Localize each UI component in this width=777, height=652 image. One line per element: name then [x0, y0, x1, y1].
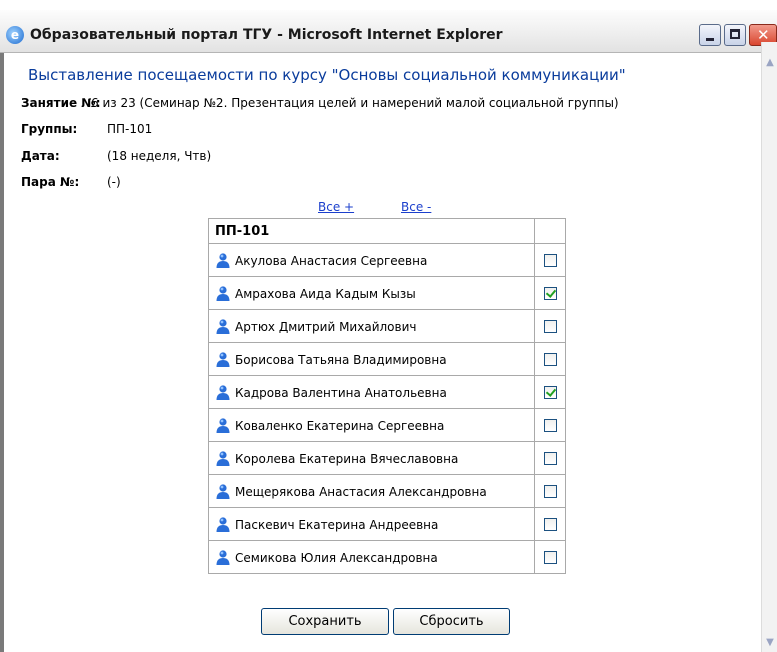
attendance-checkbox[interactable] — [543, 551, 557, 564]
attendance-check-cell — [534, 540, 566, 574]
minimize-icon — [706, 38, 714, 41]
attendance-check-cell — [534, 243, 566, 277]
student-cell: Коваленко Екатерина Сергеевна — [208, 408, 535, 442]
lesson-label: Занятие №: — [21, 96, 101, 110]
table-row: Акулова Анастасия Сергеевна — [208, 243, 566, 277]
person-icon — [215, 483, 231, 499]
table-row: Семикова Юлия Александровна — [208, 540, 566, 574]
groups-value: ПП-101 — [107, 122, 153, 136]
table-row: Борисова Татьяна Владимировна — [208, 342, 566, 376]
student-cell: Акулова Анастасия Сергеевна — [208, 243, 535, 277]
student-cell: Артюх Дмитрий Михайлович — [208, 309, 535, 343]
table-row: Коваленко Екатерина Сергеевна — [208, 408, 566, 442]
student-name: Амрахова Аида Кадым Кызы — [235, 287, 416, 301]
deselect-all-link[interactable]: Все - — [401, 200, 431, 214]
person-icon — [215, 318, 231, 334]
attendance-check-cell — [534, 441, 566, 475]
window-title: Образовательный портал ТГУ - Microsoft I… — [30, 27, 503, 43]
person-icon — [215, 252, 231, 268]
student-name: Семикова Юлия Александровна — [235, 551, 438, 565]
student-cell: Кадрова Валентина Анатольевна — [208, 375, 535, 409]
save-button[interactable]: Сохранить — [261, 608, 389, 635]
student-name: Кадрова Валентина Анатольевна — [235, 386, 447, 400]
title-bar[interactable]: e Образовательный портал ТГУ - Microsoft… — [0, 0, 777, 53]
person-icon — [215, 450, 231, 466]
attendance-checkbox[interactable] — [543, 452, 557, 465]
student-cell: Паскевич Екатерина Андреевна — [208, 507, 535, 541]
table-header-row: ПП-101 — [208, 218, 566, 244]
attendance-checkbox[interactable] — [543, 254, 557, 267]
attendance-checkbox[interactable] — [543, 287, 557, 300]
attendance-check-cell — [534, 507, 566, 541]
attendance-check-cell — [534, 375, 566, 409]
table-row: Амрахова Аида Кадым Кызы — [208, 276, 566, 310]
attendance-checkbox[interactable] — [543, 419, 557, 432]
date-value: (18 неделя, Чтв) — [107, 149, 212, 163]
scroll-down-icon[interactable]: ▼ — [762, 634, 777, 652]
attendance-check-cell — [534, 408, 566, 442]
table-row: Мещерякова Анастасия Александровна — [208, 474, 566, 508]
pair-label: Пара №: — [21, 175, 80, 189]
attendance-check-cell — [534, 474, 566, 508]
vertical-scrollbar[interactable]: ▲ ▼ — [761, 42, 777, 652]
person-icon — [215, 285, 231, 301]
page-title: Выставление посещаемости по курсу "Основ… — [28, 66, 626, 84]
attendance-table: ПП-101 Акулова Анастасия Сергеевна Амрахо… — [208, 218, 566, 574]
minimize-button[interactable] — [699, 24, 721, 46]
header-check-cell — [534, 218, 566, 244]
attendance-checkbox[interactable] — [543, 353, 557, 366]
student-name: Паскевич Екатерина Андреевна — [235, 518, 439, 532]
group-header: ПП-101 — [208, 218, 535, 244]
student-cell: Амрахова Аида Кадым Кызы — [208, 276, 535, 310]
table-row: Королева Екатерина Вячеславовна — [208, 441, 566, 475]
student-cell: Мещерякова Анастасия Александровна — [208, 474, 535, 508]
attendance-check-cell — [534, 342, 566, 376]
attendance-check-cell — [534, 309, 566, 343]
person-icon — [215, 417, 231, 433]
student-name: Борисова Татьяна Владимировна — [235, 353, 447, 367]
person-icon — [215, 384, 231, 400]
attendance-checkbox[interactable] — [543, 485, 557, 498]
title-bar-inner[interactable]: e Образовательный портал ТГУ - Microsoft… — [0, 20, 777, 53]
person-icon — [215, 516, 231, 532]
maximize-button[interactable] — [724, 24, 746, 46]
ie-logo-icon: e — [6, 26, 24, 44]
scroll-up-icon[interactable]: ▲ — [762, 54, 777, 72]
lesson-value: 6 из 23 (Семинар №2. Презентация целей и… — [91, 96, 619, 110]
student-name: Акулова Анастасия Сергеевна — [235, 254, 428, 268]
pair-value: (-) — [107, 175, 121, 189]
student-cell: Королева Екатерина Вячеславовна — [208, 441, 535, 475]
student-name: Коваленко Екатерина Сергеевна — [235, 419, 445, 433]
person-icon — [215, 549, 231, 565]
student-name: Мещерякова Анастасия Александровна — [235, 485, 487, 499]
person-icon — [215, 351, 231, 367]
student-name: Королева Екатерина Вячеславовна — [235, 452, 459, 466]
student-cell: Семикова Юлия Александровна — [208, 540, 535, 574]
student-name: Артюх Дмитрий Михайлович — [235, 320, 417, 334]
maximize-icon — [730, 29, 740, 39]
attendance-checkbox[interactable] — [543, 386, 557, 399]
reset-button[interactable]: Сбросить — [393, 608, 510, 635]
date-label: Дата: — [21, 149, 60, 163]
select-all-link[interactable]: Все + — [318, 200, 354, 214]
window-frame-left — [0, 0, 4, 652]
attendance-checkbox[interactable] — [543, 518, 557, 531]
attendance-checkbox[interactable] — [543, 320, 557, 333]
table-row: Кадрова Валентина Анатольевна — [208, 375, 566, 409]
table-row: Артюх Дмитрий Михайлович — [208, 309, 566, 343]
groups-label: Группы: — [21, 122, 78, 136]
table-row: Паскевич Екатерина Андреевна — [208, 507, 566, 541]
student-cell: Борисова Татьяна Владимировна — [208, 342, 535, 376]
attendance-check-cell — [534, 276, 566, 310]
